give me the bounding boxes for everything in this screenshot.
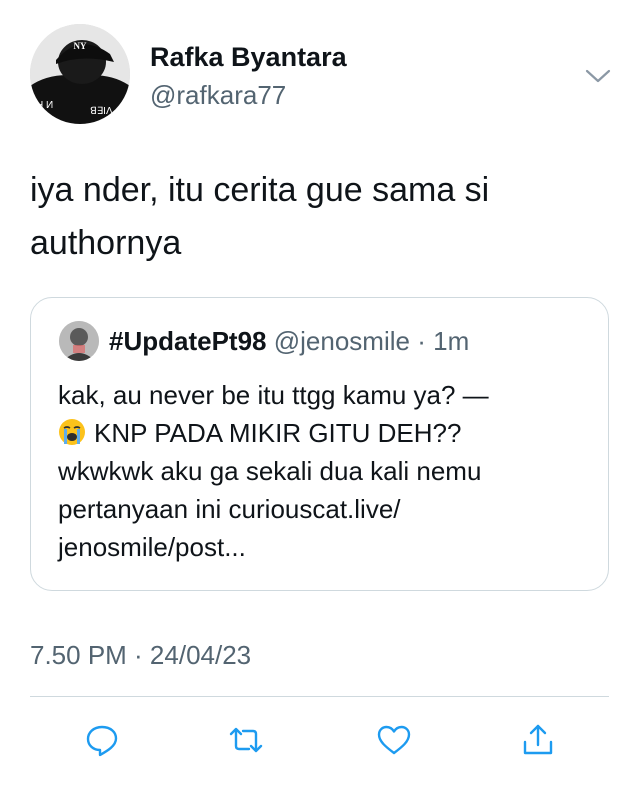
chevron-down-icon [585,69,611,83]
like-button[interactable] [376,722,412,758]
avatar-photo: NY H И ꓭ∃IΛ [30,24,130,124]
quoted-text-line: wkwkwk aku ga sekali dua kali nemu [58,456,482,486]
like-icon [377,725,411,755]
author-name[interactable]: Rafka Byantara [150,42,347,73]
avatar-photo [59,321,99,361]
quoted-author-name: #UpdatePt98 [109,326,267,356]
divider [30,696,609,697]
quoted-text-line: pertanyaan ini curiouscat.live/ [58,494,401,524]
quoted-tweet-card[interactable]: #UpdatePt98 @jenosmile · 1m kak, au neve… [30,297,609,591]
author-avatar[interactable]: NY H И ꓭ∃IΛ [30,24,130,124]
avatar-shirt-text-right: ꓭ∃IΛ [90,106,113,117]
retweet-icon [229,727,263,753]
quoted-text-line-with-emoji: KNP PADA MIKIR GITU DEH?? [58,414,598,452]
quoted-text-line: jenosmile/post... [58,532,246,562]
separator-dot: · [417,326,426,356]
tweet-text: iya nder, itu cerita gue sama si authorn… [30,164,590,270]
loudly-crying-face-emoji-icon [58,418,86,446]
quoted-author-avatar [59,321,99,361]
quoted-tweet-header: #UpdatePt98 @jenosmile · 1m [109,326,469,357]
retweet-button[interactable] [228,722,264,758]
quoted-tweet-text: kak, au never be itu ttgg kamu ya? — KNP… [58,376,598,566]
quoted-tweet-time: 1m [433,326,470,356]
reply-button[interactable] [84,722,120,758]
quoted-text-line: kak, au never be itu ttgg kamu ya? — [58,380,489,410]
share-icon [523,724,553,755]
tweet-timestamp[interactable]: 7.50 PM · 24/04/23 [30,640,251,671]
share-button[interactable] [520,722,556,758]
quoted-author-handle: @jenosmile [273,326,410,356]
reply-icon [86,725,118,757]
avatar-shirt-text-left: H И [36,100,53,111]
more-options-button[interactable] [582,60,614,92]
tweet-text-line: iya nder, itu cerita gue sama si [30,171,490,209]
avatar-cap-logo: NY [74,41,87,51]
quoted-text-line: KNP PADA MIKIR GITU DEH?? [94,418,462,448]
tweet-text-line: authornya [30,224,182,262]
author-handle[interactable]: @rafkara77 [150,80,286,111]
